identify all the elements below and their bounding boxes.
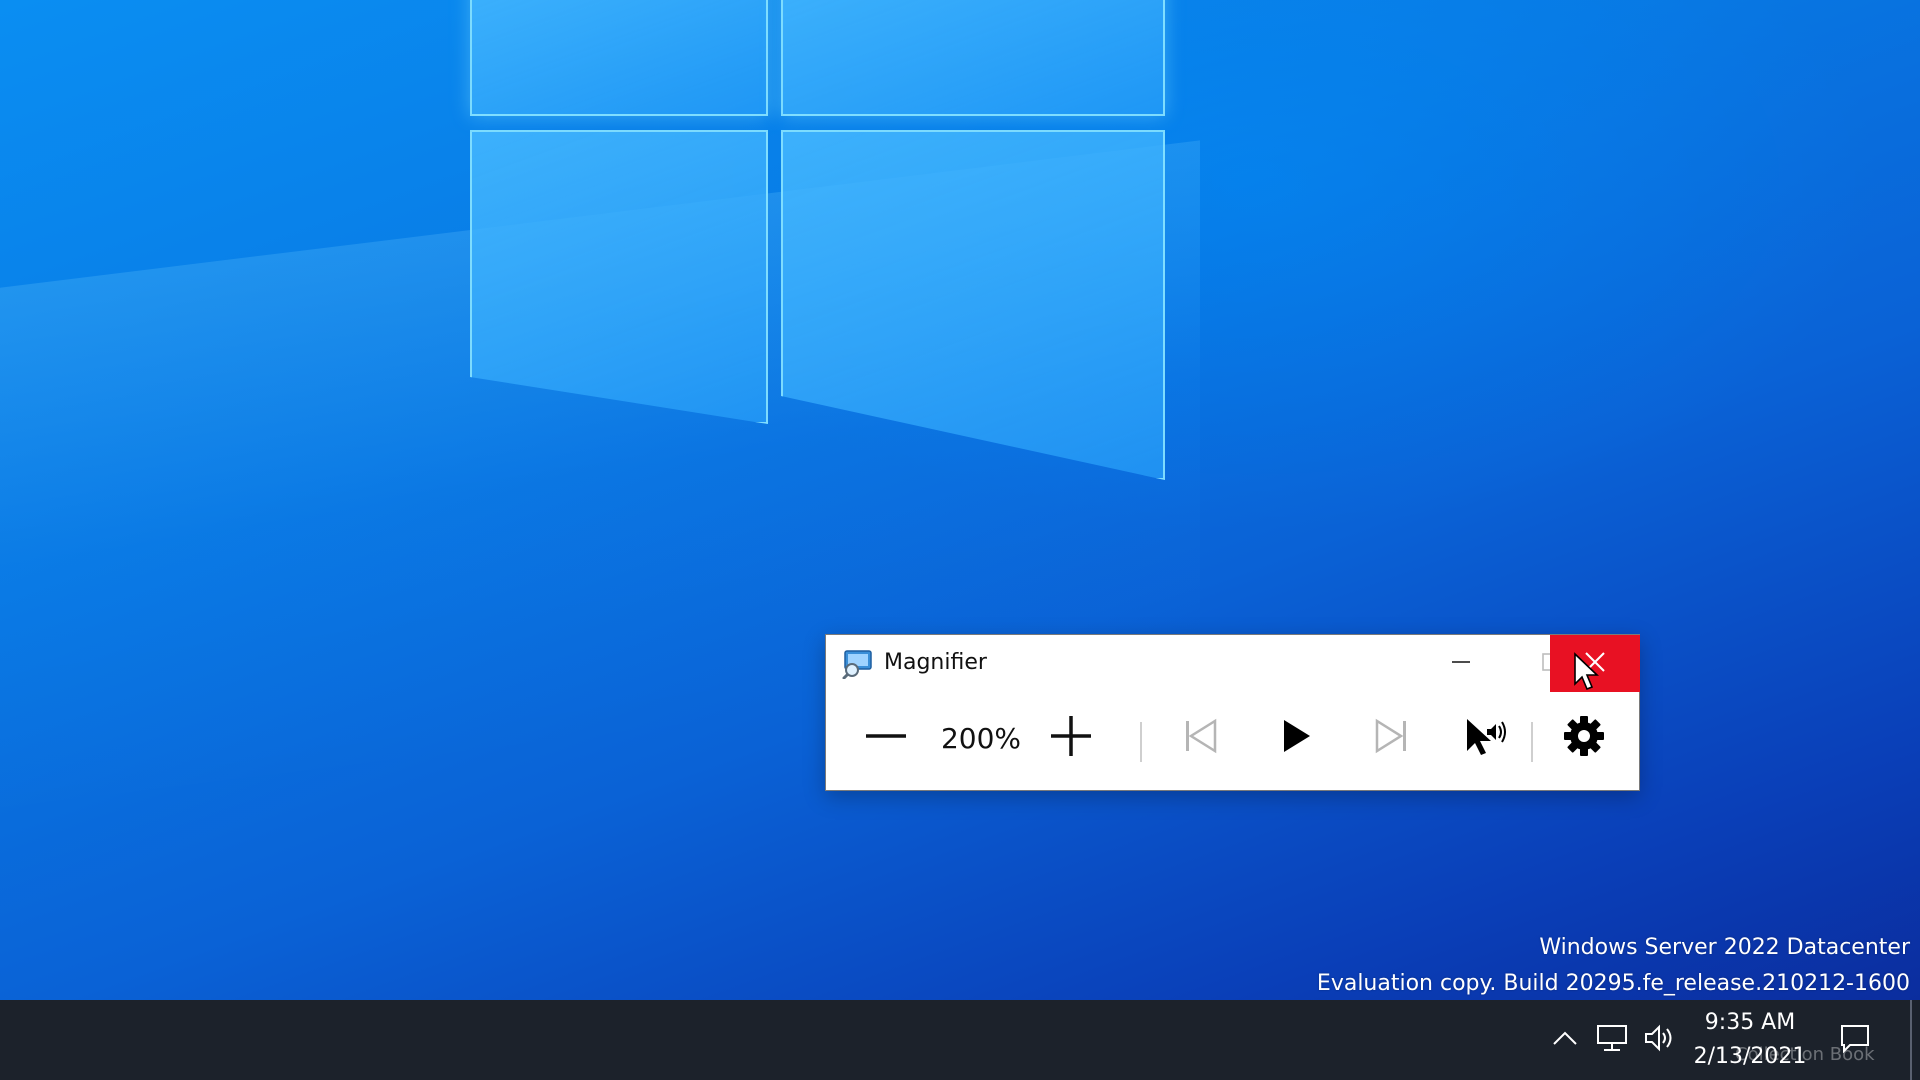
watermark-edition: Windows Server 2022 Datacenter xyxy=(1539,935,1910,960)
windows-logo-pane-top-right xyxy=(781,0,1165,116)
plus-icon xyxy=(1049,714,1093,762)
watermark-build: Evaluation copy. Build 20295.fe_release.… xyxy=(1316,971,1910,996)
zoom-in-button[interactable] xyxy=(1036,712,1106,764)
read-from-pointer-button[interactable] xyxy=(1441,712,1531,764)
next-sentence-button[interactable] xyxy=(1351,712,1431,764)
windows-logo-pane-bottom-left xyxy=(470,130,768,424)
network-button[interactable] xyxy=(1592,1022,1632,1058)
pointer-speaker-icon xyxy=(1463,715,1509,761)
skip-forward-icon xyxy=(1371,716,1411,760)
minimize-button[interactable] xyxy=(1416,635,1506,692)
notifications-icon xyxy=(1838,1023,1872,1057)
settings-button[interactable] xyxy=(1544,712,1624,764)
network-icon xyxy=(1595,1023,1629,1057)
volume-button[interactable] xyxy=(1640,1022,1680,1058)
zoom-out-button[interactable] xyxy=(851,712,921,764)
title-bar[interactable]: Magnifier xyxy=(826,635,1640,692)
volume-icon xyxy=(1643,1023,1677,1057)
magnifier-icon xyxy=(842,649,874,680)
clock-time: 9:35 AM xyxy=(1704,1010,1796,1035)
toolbar-separator xyxy=(1531,722,1533,762)
taskbar: 9:35 AM 2/13/2021 Collection Book xyxy=(0,1000,1920,1080)
minimize-icon xyxy=(1450,651,1472,677)
window-title: Magnifier xyxy=(884,650,987,675)
desktop-background: Magnifier 200% Windows Server 2022 Datac… xyxy=(0,0,1920,1000)
magnifier-toolbar: 200% xyxy=(826,692,1639,792)
skip-back-icon xyxy=(1181,716,1221,760)
chevron-up-icon xyxy=(1551,1028,1579,1052)
magnifier-window: Magnifier 200% xyxy=(825,634,1640,791)
gear-icon xyxy=(1563,715,1605,761)
show-desktop-button[interactable] xyxy=(1910,1000,1912,1080)
zoom-level: 200% xyxy=(940,721,1022,755)
play-button[interactable] xyxy=(1256,712,1336,764)
minus-icon xyxy=(864,714,908,762)
mouse-cursor-icon xyxy=(1573,652,1599,692)
show-hidden-icons-button[interactable] xyxy=(1545,1022,1585,1058)
play-icon xyxy=(1278,716,1314,760)
windows-logo-pane-top-left xyxy=(470,0,768,116)
toolbar-separator xyxy=(1140,722,1142,762)
previous-sentence-button[interactable] xyxy=(1161,712,1241,764)
windows-logo-pane-bottom-right xyxy=(781,130,1165,480)
action-center-button[interactable] xyxy=(1835,1022,1875,1058)
